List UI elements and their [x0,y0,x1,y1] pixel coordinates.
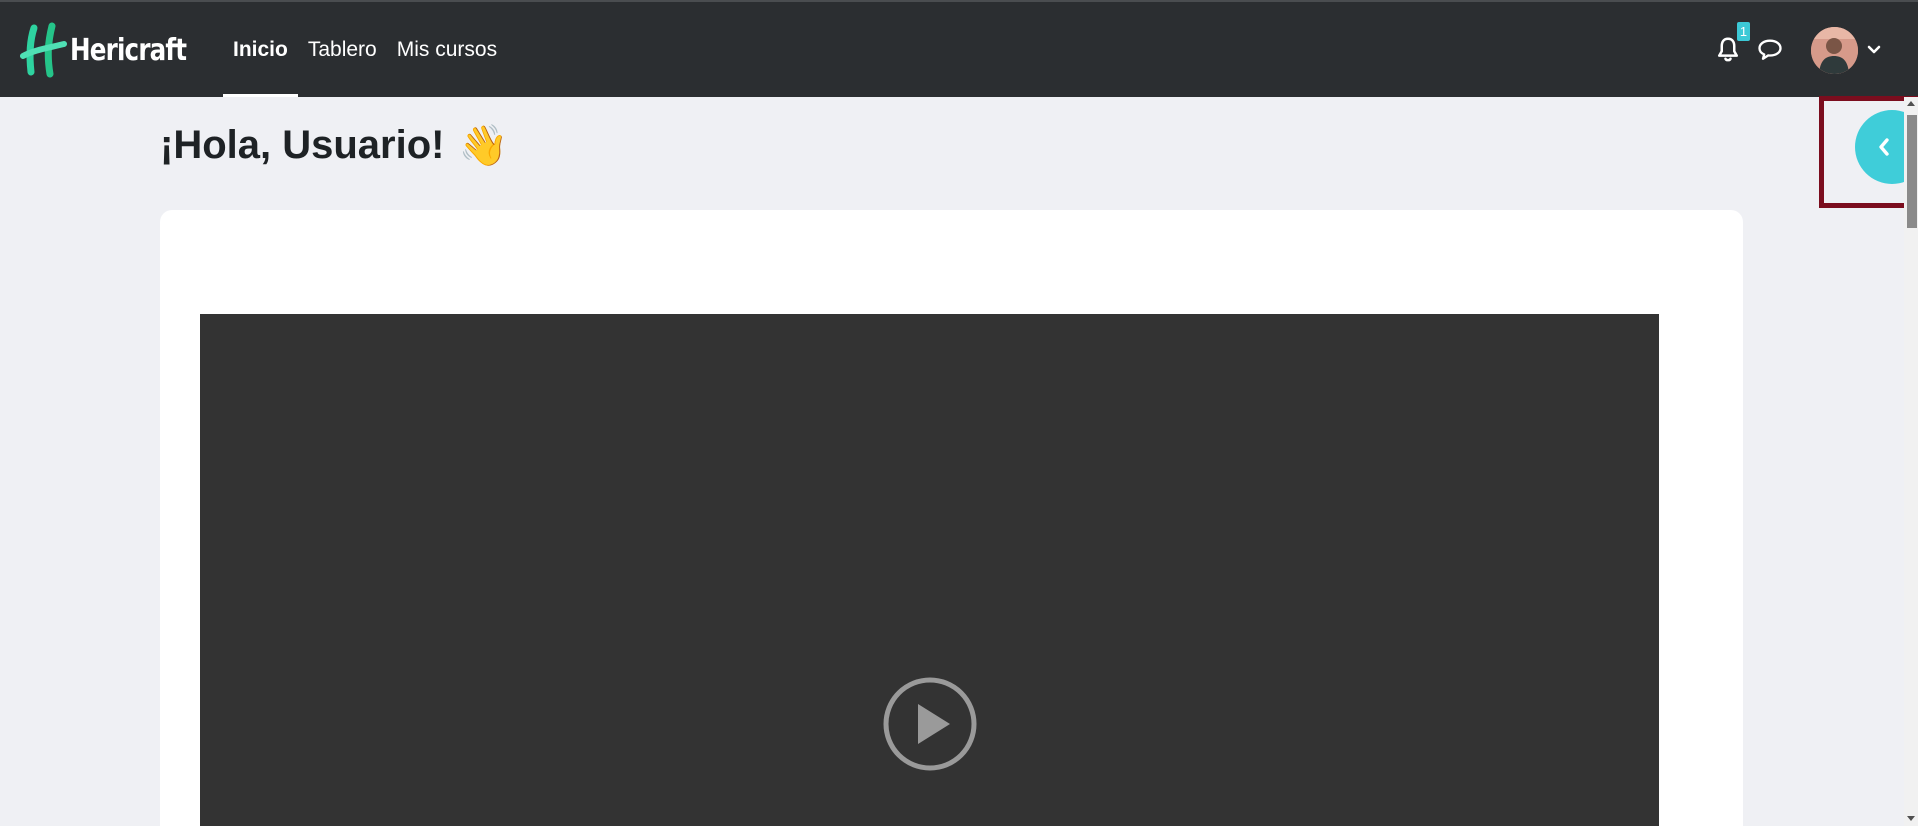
page-scrollbar[interactable] [1904,97,1918,826]
chat-icon[interactable] [1756,37,1784,63]
greeting-text: ¡Hola, Usuario! [160,123,445,167]
brand-logo[interactable]: Hericraft [20,22,212,78]
scroll-thumb[interactable] [1907,115,1917,228]
play-icon[interactable] [882,676,978,772]
avatar-image [1811,27,1858,74]
chevron-down-icon[interactable] [1866,43,1882,57]
top-navbar: Hericraft Inicio Tablero Mis cursos 1 [0,0,1918,97]
nav-item-inicio[interactable]: Inicio [223,2,298,97]
page-title: ¡Hola, Usuario! 👋 [160,122,508,169]
nav-item-mis-cursos[interactable]: Mis cursos [387,2,507,97]
user-avatar[interactable] [1811,27,1858,74]
hericraft-logo-icon [20,22,67,78]
chevron-left-icon [1879,138,1889,156]
brand-name: Hericraft [70,32,187,68]
scroll-down-arrow-icon[interactable] [1907,816,1915,821]
scroll-up-arrow-icon[interactable] [1907,101,1915,106]
nav-item-tablero[interactable]: Tablero [298,2,387,97]
notification-badge: 1 [1737,22,1750,41]
main-nav: Inicio Tablero Mis cursos [223,2,507,97]
waving-hand-icon: 👋 [458,124,509,168]
